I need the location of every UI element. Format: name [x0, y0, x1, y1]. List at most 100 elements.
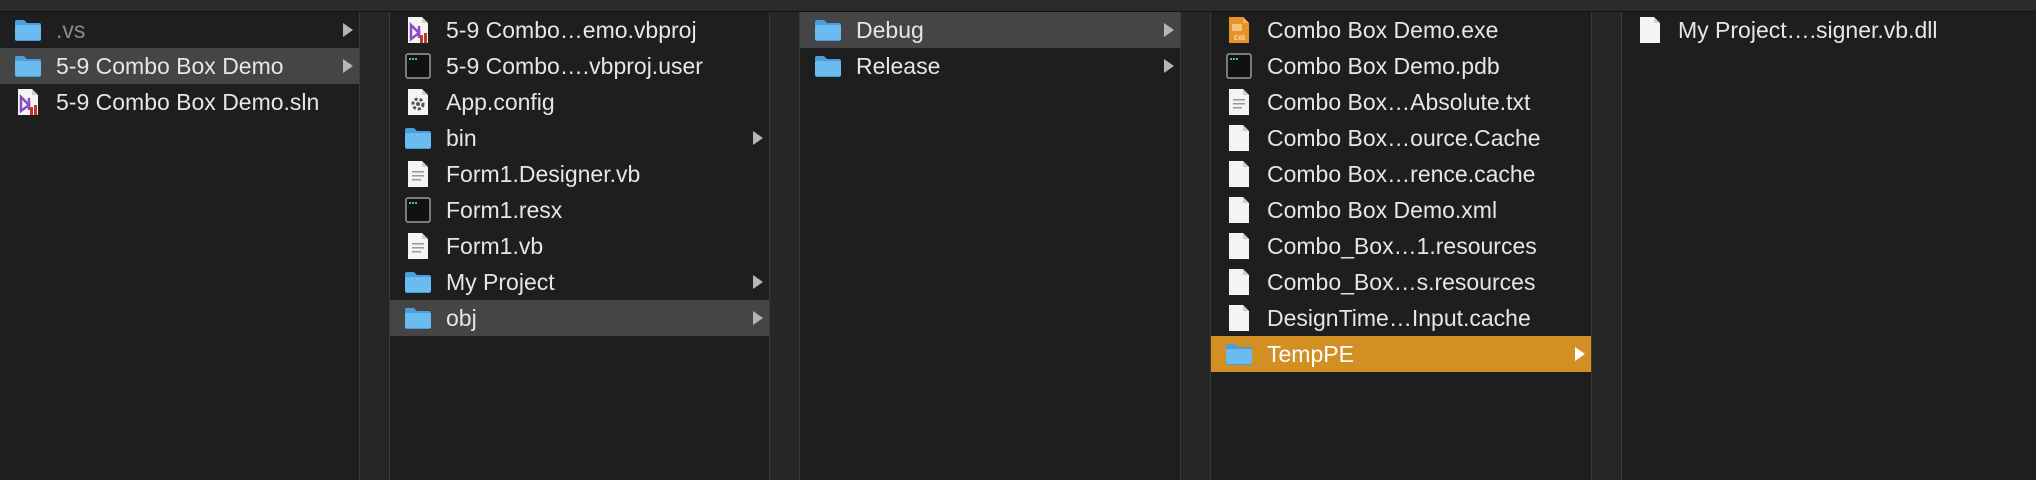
item-label: 5-9 Combo Box Demo.sln: [56, 88, 320, 115]
column-5-list: My Project….signer.vb.dll: [1622, 12, 2036, 48]
text-document-icon: [404, 160, 432, 188]
column-4-resize-handle[interactable]: [1591, 12, 1621, 480]
vs-project-icon: [404, 16, 432, 44]
vs-solution-icon: [14, 88, 42, 116]
item-label: Release: [856, 52, 941, 79]
chevron-right-icon: [1164, 59, 1174, 73]
folder-row[interactable]: My Project: [390, 264, 769, 300]
column-1[interactable]: .vs 5-9 Combo Box Demo 5-9 Combo Box Demo.…: [0, 12, 390, 480]
terminal-file-icon: [404, 196, 432, 224]
blank-file-icon: [1225, 124, 1253, 152]
item-label: Combo Box…rence.cache: [1267, 160, 1536, 187]
column-2-list: 5-9 Combo…emo.vbproj 5-9 Combo….vbproj.us…: [390, 12, 769, 336]
item-label: Combo Box…Absolute.txt: [1267, 88, 1531, 115]
item-label: TempPE: [1267, 340, 1354, 367]
text-document-icon: [404, 232, 432, 260]
file-row[interactable]: Combo Box Demo.pdb: [1211, 48, 1591, 84]
folder-icon: [404, 304, 432, 332]
item-label: Combo Box Demo.xml: [1267, 196, 1498, 223]
folder-row[interactable]: Release: [800, 48, 1180, 84]
file-row[interactable]: DesignTime…Input.cache: [1211, 300, 1591, 336]
folder-icon: [814, 52, 842, 80]
folder-row[interactable]: 5-9 Combo Box Demo: [0, 48, 359, 84]
column-4-list: EXE Combo Box Demo.exe Combo Box Demo.pdb C…: [1211, 12, 1591, 372]
column-3[interactable]: Debug Release: [800, 12, 1211, 480]
column-4[interactable]: EXE Combo Box Demo.exe Combo Box Demo.pdb C…: [1211, 12, 1622, 480]
file-row[interactable]: App.config: [390, 84, 769, 120]
item-label: Combo Box Demo.exe: [1267, 16, 1499, 43]
item-label: Form1.vb: [446, 232, 544, 259]
folder-icon: [814, 16, 842, 44]
file-row[interactable]: 5-9 Combo…emo.vbproj: [390, 12, 769, 48]
file-row[interactable]: EXE Combo Box Demo.exe: [1211, 12, 1591, 48]
folder-icon: [404, 124, 432, 152]
item-label: 5-9 Combo Box Demo: [56, 52, 284, 79]
column-3-list: Debug Release: [800, 12, 1180, 84]
item-label: Form1.resx: [446, 196, 563, 223]
chevron-right-icon: [343, 23, 353, 37]
text-document-icon: [1225, 88, 1253, 116]
folder-icon: [14, 52, 42, 80]
blank-file-icon: [1225, 232, 1253, 260]
folder-row[interactable]: obj: [390, 300, 769, 336]
item-label: My Project: [446, 268, 555, 295]
item-label: Combo Box Demo.pdb: [1267, 52, 1500, 79]
file-row[interactable]: Combo Box Demo.xml: [1211, 192, 1591, 228]
blank-file-icon: [1225, 160, 1253, 188]
column-2[interactable]: 5-9 Combo…emo.vbproj 5-9 Combo….vbproj.us…: [390, 12, 800, 480]
item-label: Combo_Box…1.resources: [1267, 232, 1537, 259]
item-label: DesignTime…Input.cache: [1267, 304, 1531, 331]
item-label: .vs: [56, 16, 86, 43]
column-1-list: .vs 5-9 Combo Box Demo 5-9 Combo Box Demo.…: [0, 12, 359, 120]
file-row[interactable]: Form1.resx: [390, 192, 769, 228]
folder-row[interactable]: TempPE: [1211, 336, 1591, 372]
exe-file-icon: EXE: [1225, 16, 1253, 44]
file-row[interactable]: Form1.vb: [390, 228, 769, 264]
blank-file-icon: [1225, 304, 1253, 332]
folder-row[interactable]: .vs: [0, 12, 359, 48]
chevron-right-icon: [753, 131, 763, 145]
window-top-edge: [0, 0, 2036, 12]
blank-file-icon: [1636, 16, 1664, 44]
chevron-right-icon: [1575, 347, 1585, 361]
config-file-icon: [404, 88, 432, 116]
item-label: obj: [446, 304, 477, 331]
chevron-right-icon: [343, 59, 353, 73]
terminal-file-icon: [404, 52, 432, 80]
item-label: Form1.Designer.vb: [446, 160, 641, 187]
file-row[interactable]: 5-9 Combo….vbproj.user: [390, 48, 769, 84]
folder-icon: [1225, 340, 1253, 368]
blank-file-icon: [1225, 196, 1253, 224]
svg-text:EXE: EXE: [1234, 35, 1246, 42]
item-label: Combo Box…ource.Cache: [1267, 124, 1541, 151]
file-row[interactable]: Form1.Designer.vb: [390, 156, 769, 192]
column-5[interactable]: My Project….signer.vb.dll: [1622, 12, 2036, 480]
item-label: Debug: [856, 16, 924, 43]
column-3-resize-handle[interactable]: [1180, 12, 1210, 480]
column-2-resize-handle[interactable]: [769, 12, 799, 480]
blank-file-icon: [1225, 268, 1253, 296]
file-row[interactable]: Combo Box…rence.cache: [1211, 156, 1591, 192]
file-row[interactable]: Combo Box…ource.Cache: [1211, 120, 1591, 156]
folder-icon: [14, 16, 42, 44]
file-row[interactable]: My Project….signer.vb.dll: [1622, 12, 2036, 48]
item-label: 5-9 Combo…emo.vbproj: [446, 16, 697, 43]
item-label: App.config: [446, 88, 555, 115]
folder-row[interactable]: bin: [390, 120, 769, 156]
column-1-resize-handle[interactable]: [359, 12, 389, 480]
chevron-right-icon: [753, 311, 763, 325]
terminal-file-icon: [1225, 52, 1253, 80]
item-label: 5-9 Combo….vbproj.user: [446, 52, 703, 79]
item-label: bin: [446, 124, 477, 151]
file-row[interactable]: Combo Box…Absolute.txt: [1211, 84, 1591, 120]
column-browser: .vs 5-9 Combo Box Demo 5-9 Combo Box Demo.…: [0, 12, 2036, 480]
folder-icon: [404, 268, 432, 296]
file-row[interactable]: Combo_Box…s.resources: [1211, 264, 1591, 300]
file-row[interactable]: 5-9 Combo Box Demo.sln: [0, 84, 359, 120]
chevron-right-icon: [753, 275, 763, 289]
chevron-right-icon: [1164, 23, 1174, 37]
file-row[interactable]: Combo_Box…1.resources: [1211, 228, 1591, 264]
item-label: Combo_Box…s.resources: [1267, 268, 1536, 295]
folder-row[interactable]: Debug: [800, 12, 1180, 48]
item-label: My Project….signer.vb.dll: [1678, 16, 1938, 43]
